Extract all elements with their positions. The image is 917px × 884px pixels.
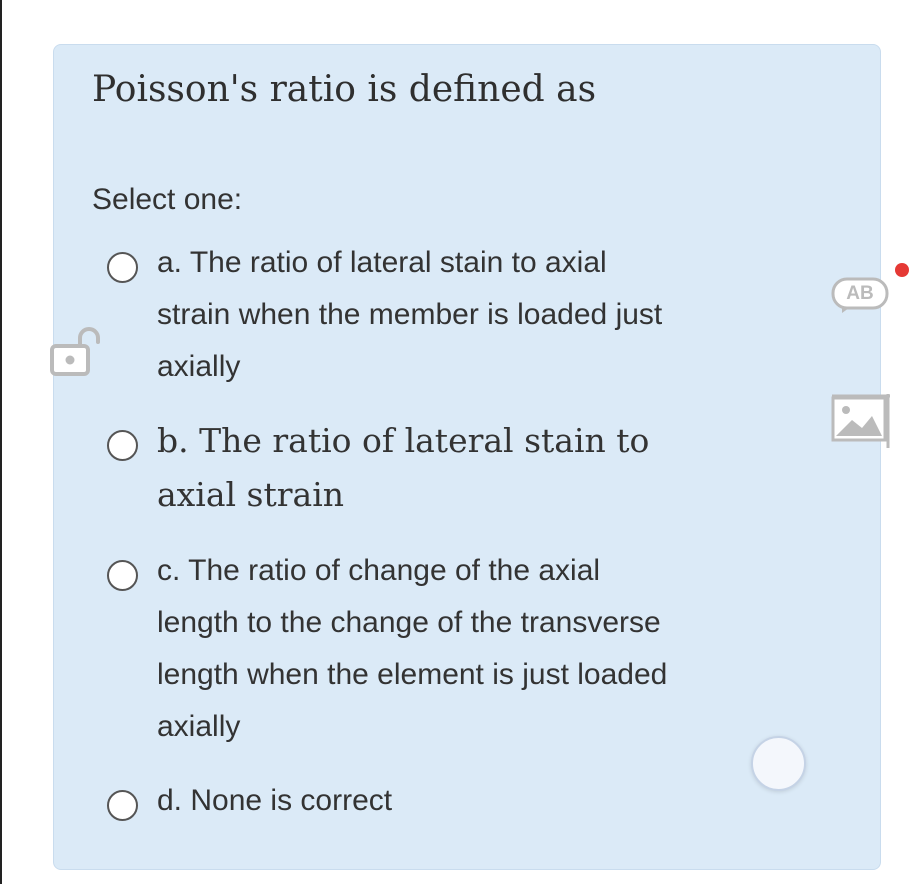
question-text: Poisson's ratio is defined as — [92, 69, 597, 110]
notification-dot — [895, 263, 909, 277]
lock-open-icon[interactable] — [44, 326, 102, 383]
option-a-radio[interactable] — [107, 252, 138, 283]
option-c-label[interactable]: c. The ratio of change of the axial leng… — [157, 545, 782, 753]
translate-badge-label: AB — [846, 283, 874, 304]
image-icon[interactable] — [830, 392, 892, 455]
option-b-line-2: axial strain — [157, 475, 345, 514]
floating-button[interactable] — [751, 736, 806, 791]
translate-icon[interactable]: AB — [830, 276, 890, 319]
option-c-line-4: axially — [157, 710, 241, 743]
option-a-line-3: axially — [157, 350, 241, 383]
select-one-label: Select one: — [92, 183, 243, 216]
option-d-line-1: d. None is correct — [157, 784, 393, 817]
option-b-line-1: b. The ratio of lateral stain to — [157, 421, 650, 460]
option-c-line-3: length when the element is just loaded — [157, 658, 668, 691]
option-d-label[interactable]: d. None is correct — [157, 775, 782, 827]
option-b-label[interactable]: b. The ratio of lateral stain to axial s… — [157, 414, 782, 522]
option-a-line-2: strain when the member is loaded just — [157, 298, 663, 331]
option-c-line-2: length to the change of the transverse — [157, 606, 661, 639]
option-c-radio[interactable] — [107, 560, 138, 591]
option-d-radio[interactable] — [107, 790, 138, 821]
option-a-line-1: a. The ratio of lateral stain to axial — [157, 246, 607, 279]
option-c-line-1: c. The ratio of change of the axial — [157, 554, 601, 587]
option-b-radio[interactable] — [107, 430, 138, 461]
option-a-label[interactable]: a. The ratio of lateral stain to axial s… — [157, 237, 782, 393]
screen-edge — [0, 0, 2, 884]
